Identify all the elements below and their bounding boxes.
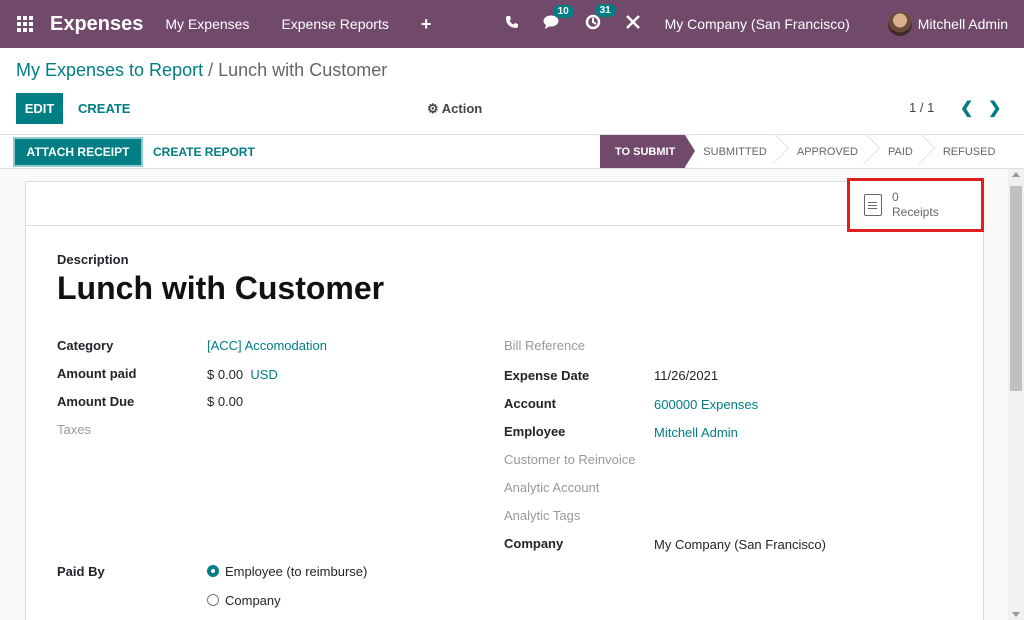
analytic-account-label: Analytic Account bbox=[504, 480, 600, 495]
receipts-count: 0 bbox=[892, 190, 899, 204]
amount-paid-currency[interactable]: USD bbox=[250, 367, 277, 382]
pager-value[interactable]: 1 / 1 bbox=[909, 100, 934, 115]
stage-refused[interactable]: REFUSED bbox=[925, 135, 1008, 168]
user-menu[interactable]: Mitchell Admin bbox=[918, 16, 1008, 32]
menu-my-expenses[interactable]: My Expenses bbox=[165, 16, 249, 32]
expense-date-label: Expense Date bbox=[504, 368, 590, 383]
chevron-right-icon[interactable]: ❯ bbox=[988, 98, 1001, 118]
status-bar: ATTACH RECEIPT CREATE REPORT TO SUBMIT S… bbox=[0, 134, 1024, 169]
smart-button-box bbox=[26, 182, 983, 226]
breadcrumb: My Expenses to Report / Lunch with Custo… bbox=[16, 60, 387, 81]
messages-badge: 10 bbox=[552, 4, 574, 18]
debug-tools-icon[interactable] bbox=[625, 14, 641, 34]
gear-icon: ⚙ bbox=[427, 101, 439, 116]
action-dropdown[interactable]: ⚙ Action bbox=[427, 101, 482, 117]
employee-value[interactable]: Mitchell Admin bbox=[654, 425, 738, 440]
receipts-label: Receipts bbox=[892, 205, 939, 219]
avatar[interactable] bbox=[887, 12, 912, 36]
breadcrumb-parent[interactable]: My Expenses to Report bbox=[16, 60, 203, 80]
expense-title: Lunch with Customer bbox=[57, 270, 385, 306]
analytic-tags-label: Analytic Tags bbox=[504, 508, 581, 523]
top-navbar: Expenses My Expenses Expense Reports + 1… bbox=[0, 0, 1024, 48]
category-label: Category bbox=[57, 338, 114, 353]
amount-paid-amount: $ 0.00 bbox=[207, 367, 244, 382]
phone-icon[interactable] bbox=[505, 15, 519, 33]
employee-label: Employee bbox=[504, 424, 566, 439]
attach-receipt-button[interactable]: ATTACH RECEIPT bbox=[15, 139, 141, 165]
stage-submitted[interactable]: SUBMITTED bbox=[685, 135, 779, 168]
bill-reference-label: Bill Reference bbox=[504, 338, 585, 353]
menu-expense-reports[interactable]: Expense Reports bbox=[281, 16, 388, 32]
scroll-down-arrow-icon[interactable] bbox=[1012, 612, 1020, 617]
amount-paid-label: Amount paid bbox=[57, 366, 137, 381]
breadcrumb-separator: / bbox=[208, 60, 214, 80]
radio-employee-label[interactable]: Employee (to reimburse) bbox=[225, 564, 367, 579]
amount-due-label: Amount Due bbox=[57, 394, 135, 409]
radio-company-label[interactable]: Company bbox=[225, 593, 281, 608]
amount-paid-value: $ 0.00 USD bbox=[207, 367, 278, 382]
scroll-up-arrow-icon[interactable] bbox=[1012, 172, 1020, 177]
action-label: Action bbox=[441, 101, 483, 116]
amount-due-value: $ 0.00 bbox=[207, 394, 244, 409]
plus-icon[interactable]: + bbox=[421, 14, 432, 35]
document-icon bbox=[864, 194, 882, 216]
create-button[interactable]: CREATE bbox=[78, 101, 130, 116]
company-switcher[interactable]: My Company (San Francisco) bbox=[665, 16, 850, 32]
expense-date-value: 11/26/2021 bbox=[654, 368, 719, 383]
account-label: Account bbox=[504, 396, 556, 411]
radio-company[interactable] bbox=[207, 594, 219, 606]
app-brand[interactable]: Expenses bbox=[50, 13, 143, 36]
stage-pipeline: TO SUBMIT SUBMITTED APPROVED PAID REFUSE… bbox=[600, 135, 1007, 168]
company-value: My Company (San Francisco) bbox=[654, 537, 826, 552]
stage-to-submit[interactable]: TO SUBMIT bbox=[600, 135, 696, 168]
edit-button[interactable]: EDIT bbox=[16, 93, 63, 124]
chevron-left-icon[interactable]: ❮ bbox=[960, 98, 973, 118]
category-value[interactable]: [ACC] Accomodation bbox=[207, 338, 327, 353]
apps-menu-icon[interactable] bbox=[16, 15, 34, 33]
radio-employee[interactable] bbox=[207, 565, 219, 577]
company-label: Company bbox=[504, 536, 564, 551]
taxes-label: Taxes bbox=[57, 422, 91, 437]
customer-reinvoice-label: Customer to Reinvoice bbox=[504, 452, 636, 467]
activities-badge: 31 bbox=[594, 4, 616, 17]
messages-icon[interactable]: 10 bbox=[543, 4, 574, 34]
create-report-button[interactable]: CREATE REPORT bbox=[153, 145, 255, 159]
description-label: Description bbox=[57, 252, 129, 267]
breadcrumb-current: Lunch with Customer bbox=[218, 60, 388, 80]
paid-by-label: Paid By bbox=[57, 564, 105, 579]
stage-paid[interactable]: PAID bbox=[870, 135, 925, 168]
activities-icon[interactable]: 31 bbox=[585, 4, 616, 34]
receipts-smart-button[interactable]: 0 Receipts bbox=[847, 178, 984, 232]
scrollbar-thumb[interactable] bbox=[1010, 186, 1022, 391]
stage-approved[interactable]: APPROVED bbox=[779, 135, 870, 168]
account-value[interactable]: 600000 Expenses bbox=[654, 397, 758, 412]
